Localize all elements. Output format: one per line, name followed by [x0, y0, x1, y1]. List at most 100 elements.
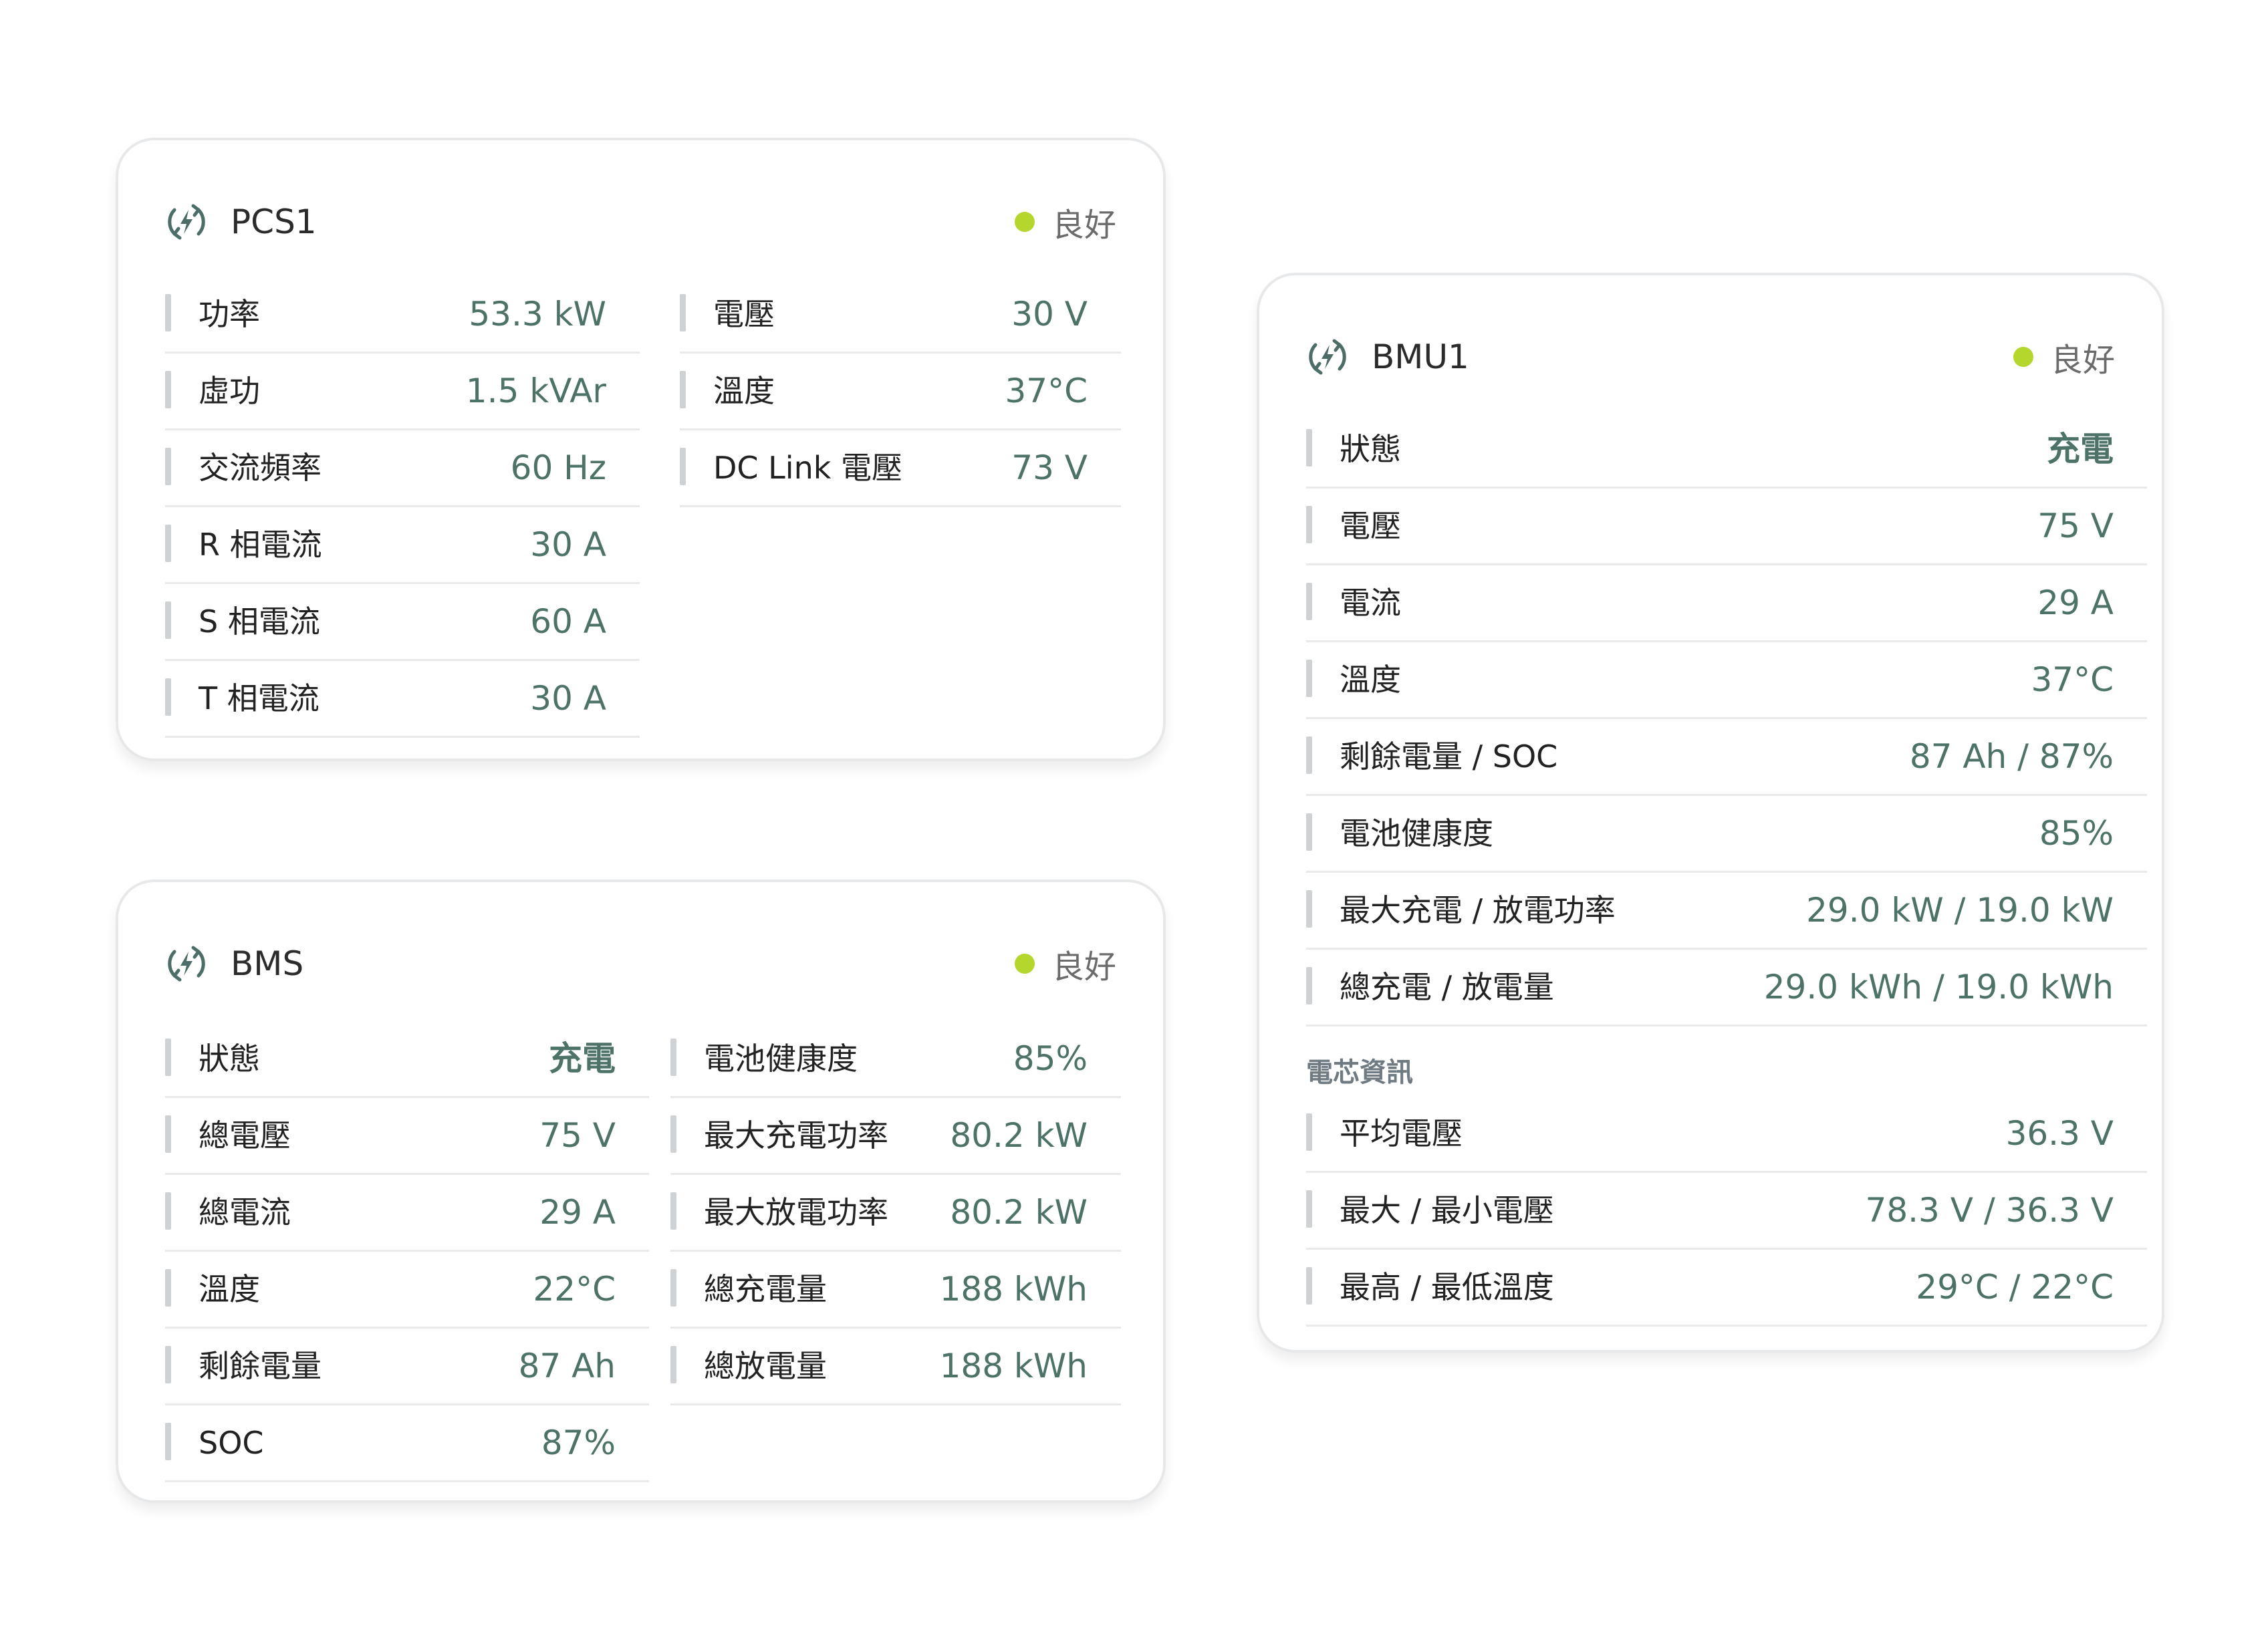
- row-label: 電壓: [1340, 508, 1401, 544]
- data-row: 剩餘電量 / SOC 87 Ah / 87%: [1306, 719, 2147, 796]
- row-value: 30 V: [1011, 295, 1088, 333]
- row-value: 87 Ah: [518, 1347, 616, 1385]
- row-label: 狀態: [199, 1041, 260, 1077]
- status-dot-icon: [1014, 954, 1035, 974]
- data-row: 狀態 充電: [1306, 412, 2147, 489]
- row-value: 30 A: [530, 525, 606, 564]
- data-row: 功率 53.3 kW: [165, 277, 640, 354]
- row-value: 60 A: [530, 602, 606, 641]
- row-value: 60 Hz: [510, 448, 606, 487]
- row-label: R 相電流: [199, 527, 322, 563]
- row-value: 22°C: [533, 1270, 616, 1309]
- row-label: 最大 / 最小電壓: [1340, 1192, 1554, 1228]
- pcs1-status-text: 良好: [1051, 207, 1116, 244]
- bmu1-status-badge: 良好: [2013, 323, 2115, 390]
- bms-card-header: BMS 良好: [165, 930, 1116, 997]
- row-label: 最大充電功率: [704, 1117, 888, 1153]
- bmu1-title: BMU1: [1372, 337, 1469, 376]
- data-row: 平均電壓 36.3 V: [1306, 1096, 2147, 1173]
- row-value: 36.3 V: [2005, 1114, 2114, 1153]
- data-row: 交流頻率 60 Hz: [165, 430, 640, 507]
- row-value: 85%: [2039, 814, 2114, 853]
- row-label: 溫度: [713, 373, 775, 409]
- row-label: 電流: [1340, 585, 1401, 621]
- data-row: 總充電量 188 kWh: [670, 1252, 1121, 1329]
- pcs1-left-column: 功率 53.3 kW 虛功 1.5 kVAr 交流頻率 60 Hz R 相電流 …: [165, 277, 640, 738]
- bms-title: BMS: [231, 944, 304, 983]
- row-value: 53.3 kW: [469, 295, 606, 333]
- bms-left-column: 狀態 充電 總電壓 75 V 總電流 29 A 溫度 22°C 剩餘電量 87 …: [165, 1021, 649, 1482]
- bmu1-cell-list: 平均電壓 36.3 V 最大 / 最小電壓 78.3 V / 36.3 V 最高…: [1306, 1096, 2147, 1327]
- row-label: 最大充電 / 放電功率: [1340, 892, 1616, 928]
- status-dot-icon: [1014, 212, 1035, 232]
- row-value: 80.2 kW: [950, 1193, 1088, 1232]
- data-row: 總電壓 75 V: [165, 1098, 649, 1175]
- row-label: S 相電流: [199, 603, 320, 640]
- row-label: 總充電量: [704, 1271, 827, 1307]
- data-row: 溫度 37°C: [680, 354, 1121, 430]
- data-row: 總放電量 188 kWh: [670, 1329, 1121, 1405]
- bmu1-main-list: 狀態 充電 電壓 75 V 電流 29 A 溫度 37°C 剩餘電量 / SOC…: [1306, 412, 2147, 1027]
- row-label: T 相電流: [199, 680, 320, 716]
- bmu1-card: BMU1 良好 狀態 充電 電壓 75 V 電流 29 A 溫度 37°C 剩餘…: [1257, 273, 2164, 1353]
- row-value: 87%: [541, 1423, 616, 1462]
- bolt-circle-icon: [1306, 335, 1349, 378]
- row-value: 188 kWh: [939, 1270, 1088, 1309]
- row-value: 29.0 kWh / 19.0 kWh: [1763, 968, 2114, 1006]
- data-row: 最大充電功率 80.2 kW: [670, 1098, 1121, 1175]
- data-row: DC Link 電壓 73 V: [680, 430, 1121, 507]
- pcs1-card-header: PCS1 良好: [165, 188, 1116, 255]
- bolt-circle-icon: [165, 942, 208, 985]
- row-value: 80.2 kW: [950, 1116, 1088, 1155]
- row-value: 充電: [549, 1039, 616, 1078]
- row-value: 73 V: [1011, 448, 1088, 487]
- data-row: 電池健康度 85%: [1306, 796, 2147, 873]
- data-row: 總電流 29 A: [165, 1175, 649, 1252]
- row-value: 29 A: [2037, 583, 2114, 622]
- bms-right-column: 電池健康度 85% 最大充電功率 80.2 kW 最大放電功率 80.2 kW …: [670, 1021, 1121, 1405]
- row-value: 37°C: [2031, 660, 2114, 699]
- row-label: 總電壓: [199, 1117, 291, 1153]
- data-row: 剩餘電量 87 Ah: [165, 1329, 649, 1405]
- row-label: 交流頻率: [199, 450, 322, 486]
- bolt-circle-icon: [165, 200, 208, 243]
- row-label: 總電流: [199, 1194, 291, 1230]
- data-row: 最大充電 / 放電功率 29.0 kW / 19.0 kW: [1306, 873, 2147, 950]
- row-label: 溫度: [1340, 662, 1401, 698]
- row-label: 電池健康度: [704, 1041, 858, 1077]
- data-row: 溫度 37°C: [1306, 642, 2147, 719]
- pcs1-title: PCS1: [231, 202, 317, 241]
- row-label: 電池健康度: [1340, 815, 1493, 851]
- row-label: 溫度: [199, 1271, 260, 1307]
- data-row: T 相電流 30 A: [165, 661, 640, 738]
- row-value: 29.0 kW / 19.0 kW: [1806, 891, 2114, 930]
- row-label: 剩餘電量 / SOC: [1340, 738, 1558, 775]
- row-value: 75 V: [539, 1116, 616, 1155]
- cell-info-section-title: 電芯資訊: [1306, 1057, 1413, 1088]
- row-label: DC Link 電壓: [713, 450, 902, 486]
- row-label: 總充電 / 放電量: [1340, 969, 1554, 1005]
- data-row: 最大放電功率 80.2 kW: [670, 1175, 1121, 1252]
- data-row: SOC 87%: [165, 1405, 649, 1482]
- row-value: 30 A: [530, 679, 606, 718]
- data-row: R 相電流 30 A: [165, 507, 640, 584]
- pcs1-status-badge: 良好: [1014, 188, 1116, 255]
- row-value: 188 kWh: [939, 1347, 1088, 1385]
- row-value: 29°C / 22°C: [1916, 1268, 2114, 1307]
- row-value: 充電: [2047, 430, 2114, 468]
- row-label: 剩餘電量: [199, 1348, 322, 1384]
- data-row: 溫度 22°C: [165, 1252, 649, 1329]
- row-value: 85%: [1013, 1039, 1088, 1078]
- data-row: 電壓 75 V: [1306, 489, 2147, 565]
- row-value: 78.3 V / 36.3 V: [1865, 1191, 2114, 1230]
- pcs1-card: PCS1 良好 功率 53.3 kW 虛功 1.5 kVAr 交流頻率 60 H…: [116, 138, 1166, 761]
- row-value: 1.5 kVAr: [465, 372, 606, 410]
- row-label: 總放電量: [704, 1348, 827, 1384]
- row-label: 最大放電功率: [704, 1194, 888, 1230]
- data-row: S 相電流 60 A: [165, 584, 640, 661]
- bms-card: BMS 良好 狀態 充電 總電壓 75 V 總電流 29 A 溫度 22°C 剩…: [116, 879, 1166, 1503]
- data-row: 最大 / 最小電壓 78.3 V / 36.3 V: [1306, 1173, 2147, 1250]
- pcs1-right-column: 電壓 30 V 溫度 37°C DC Link 電壓 73 V: [680, 277, 1121, 507]
- data-row: 電流 29 A: [1306, 565, 2147, 642]
- data-row: 總充電 / 放電量 29.0 kWh / 19.0 kWh: [1306, 950, 2147, 1027]
